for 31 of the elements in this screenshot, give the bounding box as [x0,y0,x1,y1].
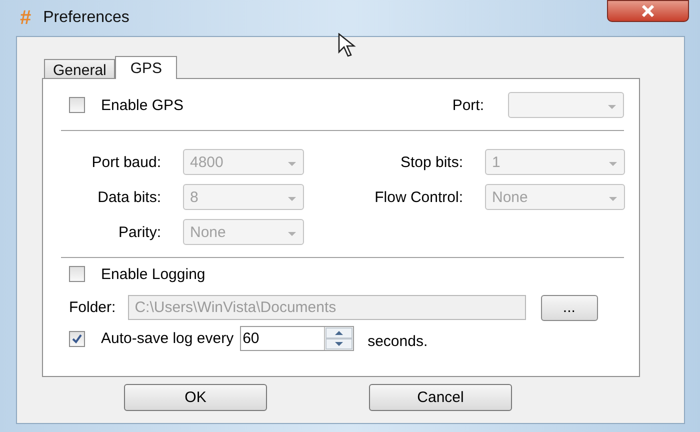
close-button[interactable] [607,0,689,22]
app-icon: # [20,6,32,30]
close-icon[interactable] [640,5,656,17]
dialog-button[interactable]: Cancel [369,384,512,411]
field-label: Folder: [69,299,116,316]
tab[interactable]: GPS [115,56,178,79]
checkbox[interactable] [69,330,85,346]
field-label: Stop bits: [399,154,463,170]
field-label: Data bits: [96,188,161,206]
field-label: Parity: [117,224,161,240]
field-label: Port baud: [90,154,161,170]
checkbox[interactable] [69,97,85,113]
dialog-button[interactable]: OK [124,384,267,411]
checkbox-label: Enable GPS [101,96,184,114]
number-spinner[interactable]: 60 [240,326,354,351]
browse-button[interactable]: ... [540,294,598,320]
dropdown-arrow-icon [287,160,297,166]
checkbox-label: Auto-save log every [101,330,234,347]
window-title: Preferences [43,9,130,27]
dropdown-arrow-icon [608,160,618,166]
dropdown-arrow-icon [287,196,297,202]
dropdown-arrow-icon [287,230,297,236]
field-label: Flow Control: [374,188,463,206]
checkbox-label: Enable Logging [101,266,206,282]
tab[interactable]: General [44,59,116,78]
dropdown-arrow-icon [607,104,617,110]
dropdown-arrow-icon [608,196,618,202]
spin-arrows-icon[interactable] [324,327,353,350]
field-label: Port: [452,96,484,114]
checkbox[interactable] [69,266,85,282]
unit-label: seconds. [368,333,428,350]
